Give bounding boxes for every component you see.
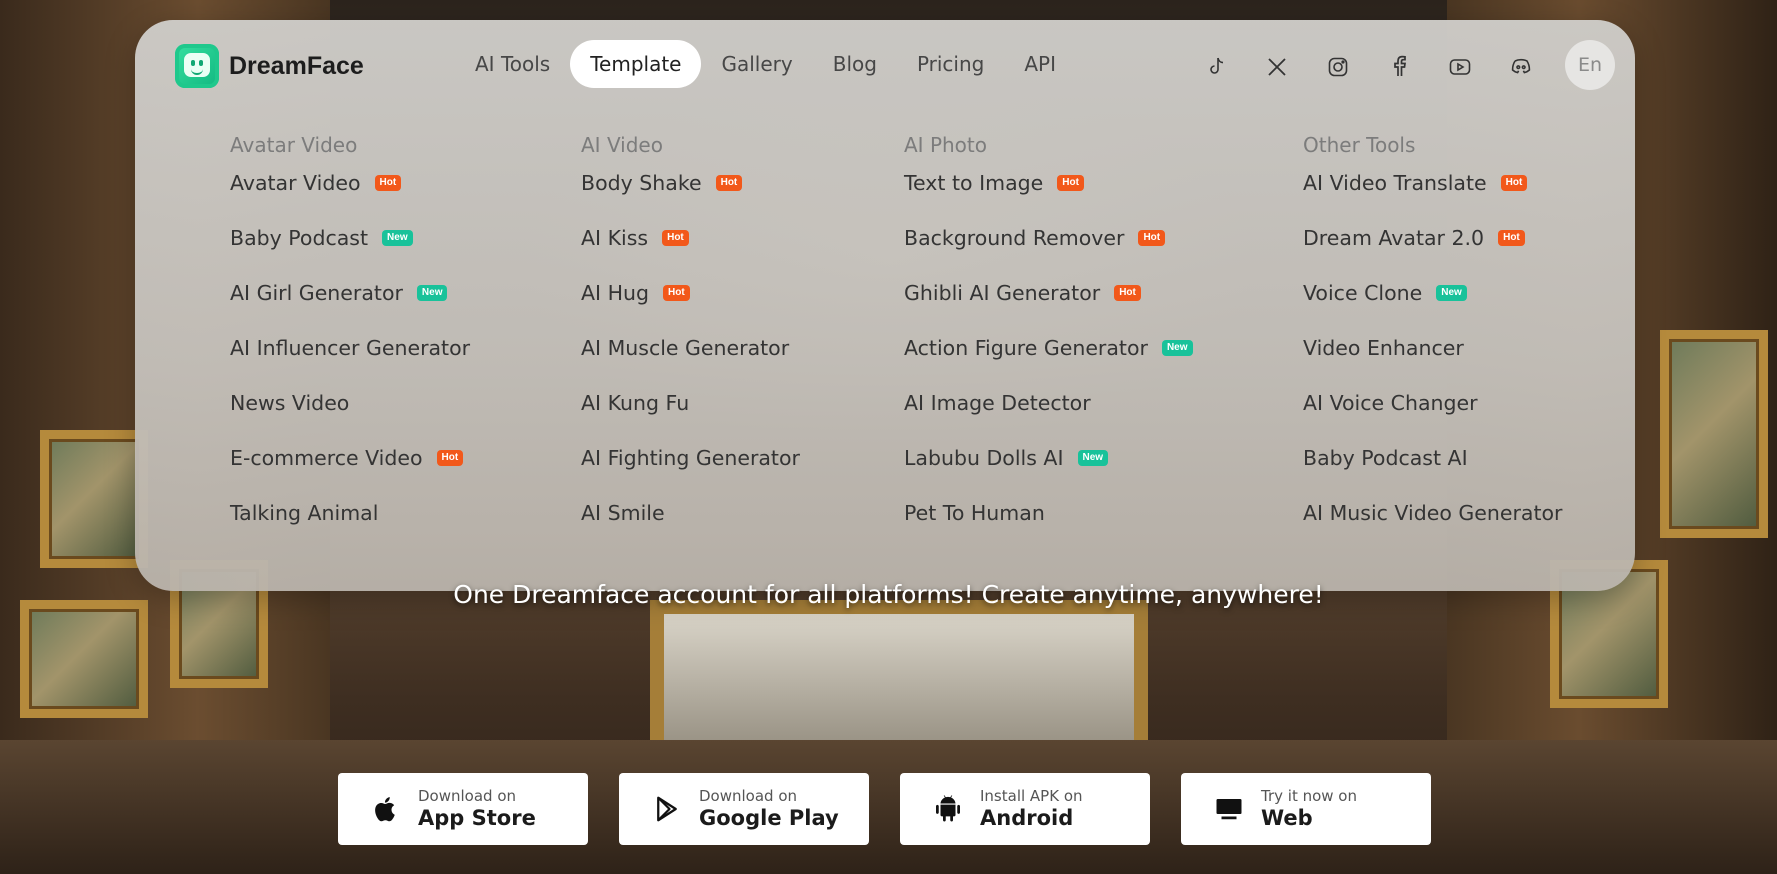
hot-badge: Hot (1500, 175, 1528, 191)
tiktok-icon[interactable] (1202, 53, 1230, 81)
language-switcher[interactable]: En (1565, 40, 1615, 90)
nav-gallery[interactable]: Gallery (701, 40, 812, 88)
menu-item[interactable]: Text to Image Hot (904, 170, 1193, 225)
menu-item[interactable]: Voice Clone New (1303, 280, 1562, 335)
nav-template[interactable]: Template (570, 40, 702, 88)
main-nav: AI Tools Template Gallery Blog Pricing A… (455, 40, 1076, 88)
column-heading: Other Tools (1303, 133, 1416, 157)
menu-item[interactable]: AI Influencer Generator (230, 335, 470, 390)
hot-badge: Hot (1498, 230, 1525, 246)
menu-item[interactable]: Video Enhancer (1303, 335, 1562, 390)
menu-item[interactable]: Baby Podcast AI (1303, 445, 1562, 500)
instagram-icon[interactable] (1324, 53, 1352, 81)
google-play-icon (647, 794, 687, 824)
menu-item[interactable]: Baby Podcast New (230, 225, 470, 280)
menu-item[interactable]: Avatar Video Hot (230, 170, 470, 225)
menu-item[interactable]: Talking Animal (230, 500, 470, 555)
column-heading: AI Photo (904, 133, 987, 157)
google-play-button[interactable]: Download on Google Play (619, 773, 869, 845)
app-store-button[interactable]: Download on App Store (338, 773, 588, 845)
menu-item[interactable]: AI Music Video Generator (1303, 500, 1562, 555)
menu-item[interactable]: News Video (230, 390, 470, 445)
nav-api[interactable]: API (1004, 40, 1076, 88)
menu-item[interactable]: AI Smile (581, 500, 800, 555)
menu-item[interactable]: Body Shake Hot (581, 170, 800, 225)
monitor-icon (1209, 794, 1249, 824)
nav-pricing[interactable]: Pricing (897, 40, 1004, 88)
hot-badge: Hot (374, 175, 402, 191)
menu-item[interactable]: AI Girl Generator New (230, 280, 470, 335)
hot-badge: Hot (436, 450, 464, 466)
android-button[interactable]: Install APK on Android (900, 773, 1150, 845)
new-badge: New (1077, 450, 1109, 466)
youtube-icon[interactable] (1446, 53, 1474, 81)
menu-item[interactable]: AI Kiss Hot (581, 225, 800, 280)
x-icon[interactable] (1263, 53, 1291, 81)
discord-icon[interactable] (1507, 53, 1535, 81)
facebook-icon[interactable] (1385, 53, 1413, 81)
menu-item[interactable]: AI Muscle Generator (581, 335, 800, 390)
apple-icon (366, 794, 406, 824)
hot-badge: Hot (1057, 175, 1084, 191)
menu-item[interactable]: AI Voice Changer (1303, 390, 1562, 445)
mega-menu-panel: DreamFace AI Tools Template Gallery Blog… (135, 20, 1635, 591)
column-heading: Avatar Video (230, 133, 358, 157)
menu-item[interactable]: AI Image Detector (904, 390, 1193, 445)
nav-ai-tools[interactable]: AI Tools (455, 40, 570, 88)
hot-badge: Hot (1138, 230, 1166, 246)
new-badge: New (1161, 340, 1193, 356)
menu-item[interactable]: Dream Avatar 2.0 Hot (1303, 225, 1562, 280)
nav-blog[interactable]: Blog (813, 40, 897, 88)
brand-name: DreamFace (229, 51, 364, 80)
menu-column-ai-video: AI Video Body Shake Hot AI Kiss Hot AI Hug… (581, 132, 800, 555)
new-badge: New (416, 285, 448, 301)
hot-badge: Hot (1114, 285, 1141, 301)
web-button[interactable]: Try it now on Web (1181, 773, 1431, 845)
new-badge: New (1436, 285, 1467, 301)
menu-item[interactable]: Background Remover Hot (904, 225, 1193, 280)
tagline: One Dreamface account for all platforms!… (453, 580, 1324, 609)
menu-item[interactable]: AI Fighting Generator (581, 445, 800, 500)
menu-item[interactable]: Labubu Dolls AI New (904, 445, 1193, 500)
dreamface-logo-icon (175, 44, 219, 88)
menu-item[interactable]: Pet To Human (904, 500, 1193, 555)
menu-item[interactable]: E-commerce Video Hot (230, 445, 470, 500)
menu-item[interactable]: AI Video Translate Hot (1303, 170, 1562, 225)
menu-column-ai-photo: AI Photo Text to Image Hot Background Rem… (904, 132, 1193, 555)
menu-item[interactable]: AI Kung Fu (581, 390, 800, 445)
hot-badge: Hot (715, 175, 743, 191)
android-icon (928, 794, 968, 824)
new-badge: New (382, 230, 413, 246)
hot-badge: Hot (663, 285, 690, 301)
menu-item[interactable]: Ghibli AI Generator Hot (904, 280, 1193, 335)
menu-item[interactable]: AI Hug Hot (581, 280, 800, 335)
menu-column-avatar-video: Avatar Video Avatar Video Hot Baby Podcas… (230, 132, 470, 555)
hot-badge: Hot (662, 230, 689, 246)
download-buttons: Download on App Store Download on Google… (338, 773, 1431, 845)
column-heading: AI Video (581, 133, 663, 157)
brand[interactable]: DreamFace (175, 44, 364, 88)
social-links (1202, 53, 1535, 81)
menu-column-other-tools: Other Tools AI Video Translate Hot Dream … (1303, 132, 1562, 555)
menu-item[interactable]: Action Figure Generator New (904, 335, 1193, 390)
